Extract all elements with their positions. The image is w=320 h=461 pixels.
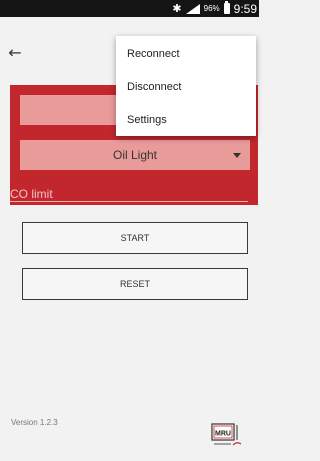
menu-item-settings[interactable]: Settings bbox=[116, 105, 256, 135]
status-icons: ✱ 96% 9:59 bbox=[172, 0, 257, 17]
start-button[interactable]: START bbox=[22, 222, 248, 254]
co-limit-field-underline[interactable] bbox=[10, 201, 248, 202]
chevron-down-icon bbox=[233, 153, 241, 158]
co-limit-label: CO limit bbox=[10, 187, 53, 201]
signal-icon bbox=[185, 3, 200, 14]
mode-dropdown-value: Oil Light bbox=[112, 148, 158, 162]
start-button-label: START bbox=[120, 233, 150, 243]
battery-percent: 96% bbox=[203, 4, 220, 13]
reset-button-label: RESET bbox=[119, 279, 150, 289]
bluetooth-icon: ✱ bbox=[172, 2, 182, 15]
version-label: Version 1.2.3 bbox=[11, 418, 58, 427]
battery-icon bbox=[223, 1, 230, 14]
back-button[interactable]: ← bbox=[4, 41, 26, 63]
svg-text:MRU: MRU bbox=[215, 431, 231, 438]
menu-item-label: Disconnect bbox=[127, 81, 182, 93]
menu-item-reconnect[interactable]: Reconnect bbox=[116, 39, 256, 69]
menu-item-disconnect[interactable]: Disconnect bbox=[116, 72, 256, 102]
menu-item-label: Settings bbox=[127, 114, 167, 126]
status-bar: ✱ 96% 9:59 bbox=[0, 0, 259, 17]
reset-button[interactable]: RESET bbox=[22, 268, 248, 300]
overflow-menu: Reconnect Disconnect Settings bbox=[116, 36, 256, 136]
arrow-left-icon: ← bbox=[8, 42, 22, 62]
clock: 9:59 bbox=[233, 1, 257, 16]
mru-logo: MRU bbox=[211, 423, 242, 446]
mode-dropdown[interactable]: Oil Light bbox=[20, 140, 250, 170]
menu-item-label: Reconnect bbox=[127, 48, 180, 60]
